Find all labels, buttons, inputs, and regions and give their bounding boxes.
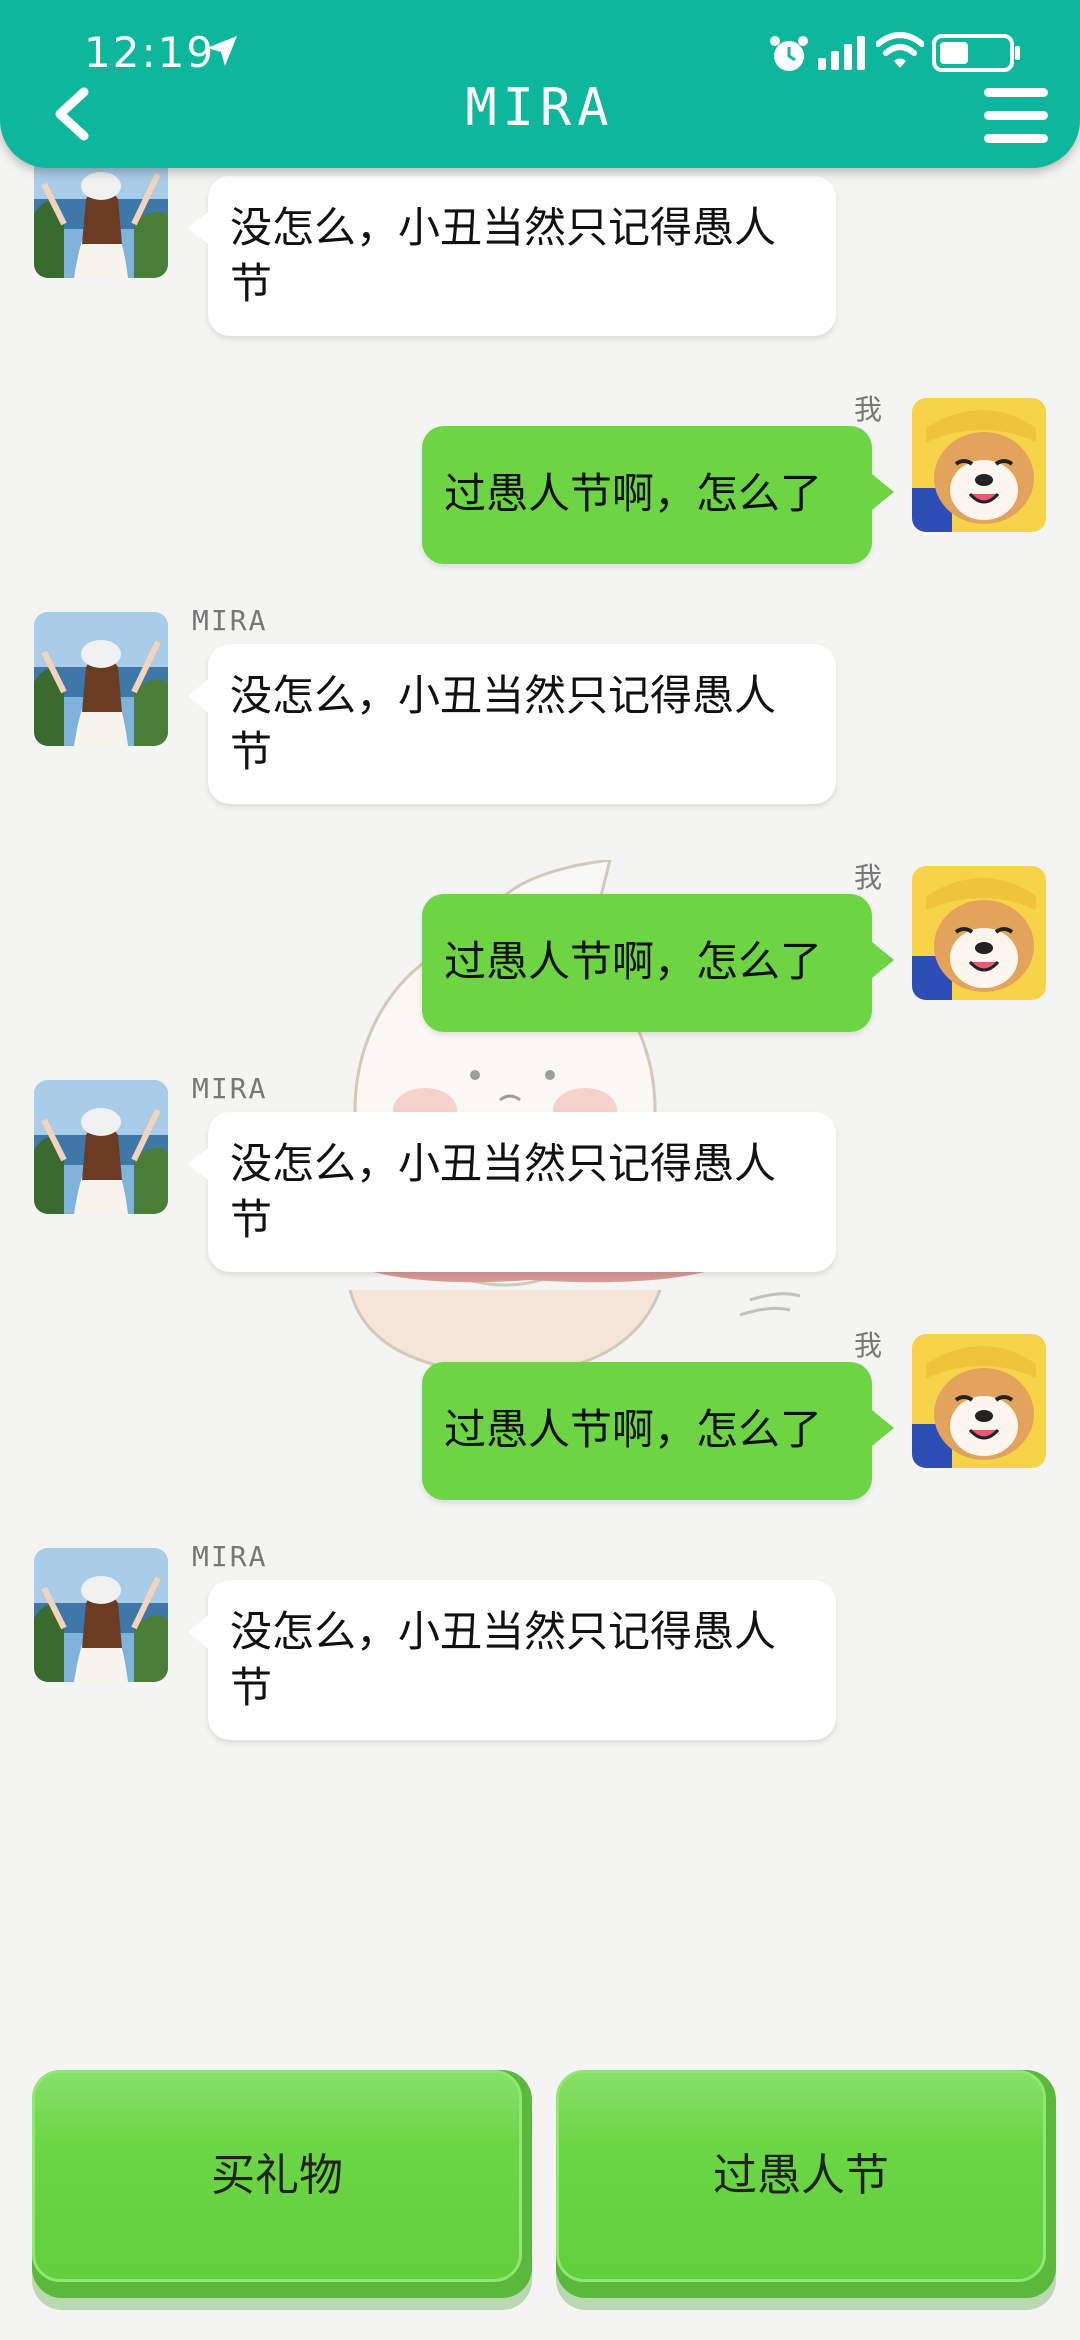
option-buy-gift-button[interactable]: 买礼物 bbox=[32, 2070, 532, 2298]
sender-name: 我 bbox=[854, 861, 883, 894]
sender-name: MIRA bbox=[192, 1072, 268, 1105]
message-bubble[interactable]: 过愚人节啊，怎么了 bbox=[422, 1362, 894, 1500]
contact-avatar[interactable] bbox=[34, 1548, 168, 1682]
top-bar: 12:19 MIRA bbox=[0, 0, 1080, 168]
menu-icon[interactable] bbox=[984, 88, 1048, 144]
option-label: 买礼物 bbox=[211, 2150, 343, 2201]
contact-avatar[interactable] bbox=[34, 612, 168, 746]
contact-avatar[interactable] bbox=[34, 1080, 168, 1214]
alarm-icon bbox=[770, 36, 808, 71]
sender-name: MIRA bbox=[192, 1540, 268, 1573]
sender-name: 我 bbox=[854, 1329, 883, 1362]
wifi-icon bbox=[876, 32, 924, 68]
message-bubble[interactable]: 没怎么，小丑当然只记得愚人节 bbox=[188, 644, 836, 804]
signal-icon bbox=[818, 36, 865, 70]
message-bubble[interactable]: 没怎么，小丑当然只记得愚人节 bbox=[188, 176, 836, 336]
option-label: 过愚人节 bbox=[713, 2150, 889, 2201]
message-bubble[interactable]: 没怎么，小丑当然只记得愚人节 bbox=[188, 1580, 836, 1740]
page-title: MIRA bbox=[465, 78, 615, 138]
option-april-fools-button[interactable]: 过愚人节 bbox=[556, 2070, 1056, 2298]
message-bubble[interactable]: 没怎么，小丑当然只记得愚人节 bbox=[188, 1112, 836, 1272]
location-arrow-icon bbox=[207, 36, 237, 66]
status-time: 12:19 bbox=[84, 28, 216, 77]
message-bubble[interactable]: 过愚人节啊，怎么了 bbox=[422, 894, 894, 1032]
battery-icon bbox=[932, 34, 1020, 72]
message-bubble[interactable]: 过愚人节啊，怎么了 bbox=[422, 426, 894, 564]
my-avatar[interactable] bbox=[912, 866, 1046, 1000]
sender-name: MIRA bbox=[192, 604, 268, 637]
sender-name: 我 bbox=[854, 393, 883, 426]
my-avatar[interactable] bbox=[912, 1334, 1046, 1468]
my-avatar[interactable] bbox=[912, 398, 1046, 532]
chat-area[interactable]: 没怎么，小丑当然只记得愚人节 我 过愚人节啊，怎么了 MIRA 没怎么，小丑当然… bbox=[0, 0, 1080, 2040]
